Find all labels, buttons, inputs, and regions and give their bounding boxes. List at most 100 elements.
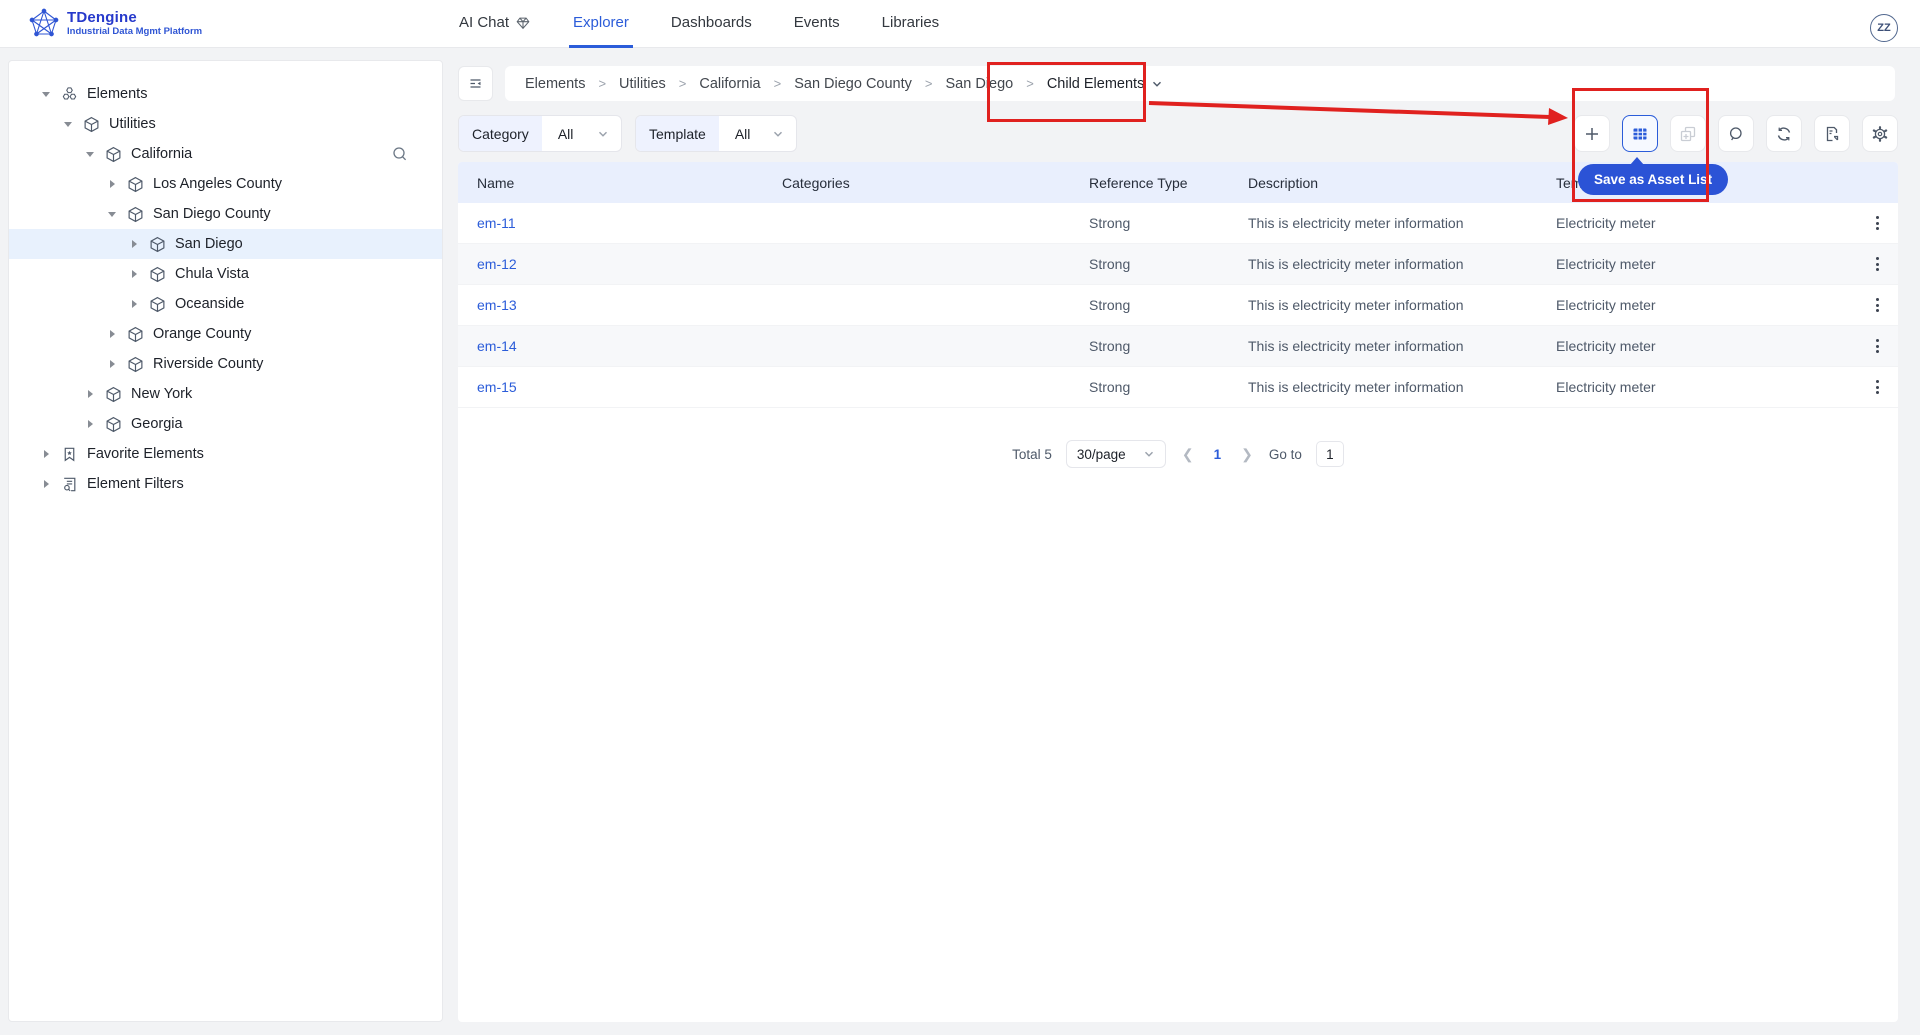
tree-item-favorite-elements[interactable]: Favorite Elements	[9, 439, 442, 469]
tree-item-label: San Diego County	[153, 206, 271, 222]
cell-template: Electricity meter	[1556, 256, 1856, 272]
tab-ai-chat[interactable]: AI Chat	[455, 0, 535, 48]
element-link[interactable]: em-11	[477, 215, 782, 231]
tree-item-new-york[interactable]: New York	[9, 379, 442, 409]
breadcrumb-item[interactable]: San Diego County	[794, 76, 912, 92]
tab-libraries[interactable]: Libraries	[878, 0, 944, 48]
caret-down-icon[interactable]	[39, 92, 53, 97]
goto-page-input[interactable]	[1316, 441, 1344, 467]
caret-right-icon[interactable]	[105, 360, 119, 368]
element-link[interactable]: em-14	[477, 338, 782, 354]
tab-dashboards[interactable]: Dashboards	[667, 0, 756, 48]
tree-item-california[interactable]: California	[9, 139, 442, 169]
next-page-button[interactable]: ❯	[1239, 446, 1255, 463]
tree-item-san-diego[interactable]: San Diego	[9, 229, 442, 259]
prev-page-button[interactable]: ❮	[1180, 446, 1196, 463]
elements-cluster-icon	[61, 86, 78, 103]
caret-right-icon[interactable]	[83, 420, 97, 428]
pagination: Total 5 30/page ❮ 1 ❯ Go to	[458, 440, 1898, 468]
row-menu-icon[interactable]	[1868, 214, 1886, 232]
caret-right-icon[interactable]	[39, 480, 53, 488]
tree-item-label: California	[131, 146, 192, 162]
tree-item-georgia[interactable]: Georgia	[9, 409, 442, 439]
search-table-button[interactable]	[1718, 115, 1754, 152]
refresh-button[interactable]	[1766, 115, 1802, 152]
collapse-tree-button[interactable]	[458, 66, 493, 101]
chevron-down-icon	[772, 128, 784, 140]
table-view-icon	[1631, 125, 1649, 143]
settings-button[interactable]	[1862, 115, 1898, 152]
page-size-select[interactable]: 30/page	[1066, 440, 1166, 468]
column-header-reference-type: Reference Type	[1089, 175, 1248, 191]
brand-name: TDengine	[67, 10, 202, 26]
main-nav: AI Chat Explorer Dashboards Events Libra…	[455, 0, 943, 48]
tab-label: Dashboards	[671, 14, 752, 31]
add-element-button[interactable]	[1574, 115, 1610, 152]
template-filter-value: All	[735, 126, 751, 142]
tree-item-oceanside[interactable]: Oceanside	[9, 289, 442, 319]
breadcrumb-item[interactable]: San Diego	[946, 76, 1014, 92]
favorite-icon	[61, 446, 78, 463]
caret-right-icon[interactable]	[127, 270, 141, 278]
tree-item-utilities[interactable]: Utilities	[9, 109, 442, 139]
template-filter[interactable]: Template All	[635, 115, 797, 152]
user-avatar[interactable]: ZZ	[1870, 14, 1898, 42]
row-menu-icon[interactable]	[1868, 337, 1886, 355]
caret-right-icon[interactable]	[39, 450, 53, 458]
tab-explorer[interactable]: Explorer	[569, 0, 633, 48]
breadcrumb-item[interactable]: California	[699, 76, 760, 92]
tree-item-element-filters[interactable]: Element Filters	[9, 469, 442, 499]
tree-item-label: Orange County	[153, 326, 251, 342]
cube-icon	[105, 416, 122, 433]
column-header-description: Description	[1248, 175, 1556, 191]
caret-right-icon[interactable]	[105, 180, 119, 188]
caret-right-icon[interactable]	[83, 390, 97, 398]
tree-item-los-angeles-county[interactable]: Los Angeles County	[9, 169, 442, 199]
export-button[interactable]	[1814, 115, 1850, 152]
element-link[interactable]: em-12	[477, 256, 782, 272]
cell-template: Electricity meter	[1556, 379, 1856, 395]
save-copy-icon	[1679, 125, 1697, 143]
row-menu-icon[interactable]	[1868, 296, 1886, 314]
cube-icon	[127, 326, 144, 343]
add-icon	[1583, 125, 1601, 143]
caret-down-icon[interactable]	[61, 122, 75, 127]
brand-logo: TDengine Industrial Data Mgmt Platform	[28, 7, 202, 39]
element-link[interactable]: em-15	[477, 379, 782, 395]
row-menu-icon[interactable]	[1868, 255, 1886, 273]
pagination-total: Total 5	[1012, 447, 1052, 462]
tree-item-orange-county[interactable]: Orange County	[9, 319, 442, 349]
cell-description: This is electricity meter information	[1248, 297, 1556, 313]
template-filter-label: Template	[636, 116, 719, 151]
tooltip-label: Save as Asset List	[1594, 172, 1712, 187]
cube-icon	[149, 296, 166, 313]
tree-item-san-diego-county[interactable]: San Diego County	[9, 199, 442, 229]
tree-item-elements[interactable]: Elements	[9, 79, 442, 109]
breadcrumb-separator: >	[679, 76, 687, 91]
table-view-button[interactable]	[1622, 115, 1658, 152]
caret-down-icon[interactable]	[83, 152, 97, 157]
category-filter[interactable]: Category All	[458, 115, 622, 152]
breadcrumb-item[interactable]: Elements	[525, 76, 585, 92]
caret-down-icon[interactable]	[105, 212, 119, 217]
child-elements-dropdown[interactable]: Child Elements	[1047, 76, 1164, 92]
table-row: em-14 Strong This is electricity meter i…	[458, 326, 1898, 367]
breadcrumb-item[interactable]: Utilities	[619, 76, 666, 92]
tab-label: Explorer	[573, 14, 629, 31]
caret-right-icon[interactable]	[127, 300, 141, 308]
tree-item-riverside-county[interactable]: Riverside County	[9, 349, 442, 379]
current-page[interactable]: 1	[1210, 447, 1226, 462]
tree-item-chula-vista[interactable]: Chula Vista	[9, 259, 442, 289]
tree-item-label: Los Angeles County	[153, 176, 282, 192]
element-link[interactable]: em-13	[477, 297, 782, 313]
tree-item-label: Utilities	[109, 116, 156, 132]
caret-right-icon[interactable]	[105, 330, 119, 338]
caret-right-icon[interactable]	[127, 240, 141, 248]
category-filter-label: Category	[459, 116, 542, 151]
row-menu-icon[interactable]	[1868, 378, 1886, 396]
table-row: em-13 Strong This is electricity meter i…	[458, 285, 1898, 326]
top-bar: TDengine Industrial Data Mgmt Platform A…	[0, 0, 1920, 48]
table-row: em-11 Strong This is electricity meter i…	[458, 203, 1898, 244]
tab-events[interactable]: Events	[790, 0, 844, 48]
page-size-value: 30/page	[1077, 447, 1126, 462]
